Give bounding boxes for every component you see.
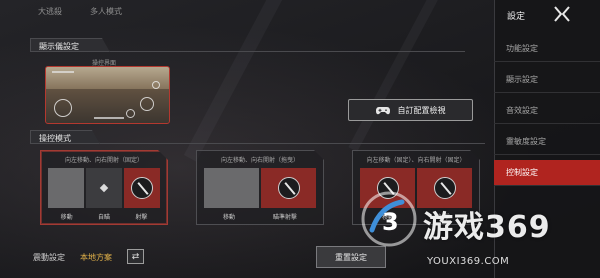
svg-text:3: 3 (382, 208, 399, 236)
sidebar-item-sensitivity[interactable]: 靈敏度設定 (494, 129, 600, 155)
divider (110, 51, 465, 52)
section-title: 顯示儀設定 (39, 42, 79, 51)
gamepad-icon (375, 106, 390, 114)
tab-battle-royale[interactable]: 大逃殺 (38, 6, 62, 17)
preview-button (126, 109, 135, 118)
aim-zone (86, 168, 122, 208)
aim-fire-zone (261, 168, 316, 208)
divider (100, 143, 485, 144)
preview-hud-bar (52, 71, 74, 73)
reset-settings-button[interactable]: 重置設定 (316, 246, 386, 268)
sidebar-title: 設定 (507, 12, 526, 22)
mode-labels: 移動 瞄準射擊 (204, 212, 316, 221)
mode-diagram (204, 168, 316, 208)
preview-joystick (54, 99, 72, 117)
control-mode-fixed[interactable]: 向左移動、向右開射（固定） 移動 自瞄 射擊 (40, 150, 168, 225)
control-layout-preview[interactable] (45, 66, 170, 124)
mode-title: 向左移動、向右開射（固定） (64, 157, 143, 164)
vibration-setting-value: 本地方案 (80, 253, 112, 262)
preview-button (152, 81, 160, 89)
sidebar-item-display[interactable]: 顯示設定 (494, 67, 600, 93)
watermark-logo-icon: 3 (361, 191, 417, 247)
fire-icon (434, 177, 456, 199)
watermark-url: YOUXI369.COM (427, 256, 510, 267)
control-mode-drag[interactable]: 向左移動、向右開射（拖曳） 移動 瞄準射擊 (196, 150, 324, 225)
mode-label: 移動 (222, 214, 235, 221)
mode-title: 向左移動（固定）、向右開射（固定） (366, 157, 466, 164)
top-tab-bar: 大逃殺 多人模式 (38, 6, 122, 17)
sidebar-item-function[interactable]: 功能設定 (494, 36, 600, 62)
section-header-display: 顯示儀設定 (30, 38, 110, 52)
mode-label: 移動 (60, 214, 73, 221)
sidebar-item-audio[interactable]: 音效設定 (494, 98, 600, 124)
sidebar-item-controls[interactable]: 控制設定 (494, 160, 600, 186)
vibration-setting-label: 震動設定 (33, 253, 65, 262)
tab-multiplayer[interactable]: 多人模式 (90, 6, 122, 17)
custom-config-view-button[interactable]: 自訂配置檢視 (348, 99, 473, 121)
mode-label: 自瞄 (97, 214, 110, 221)
section-title: 操控模式 (39, 134, 71, 143)
crosshair-icon (100, 184, 108, 192)
fire-icon (278, 177, 300, 199)
mode-title: 向左移動、向右開射（拖曳） (220, 157, 299, 164)
mode-labels: 移動 自瞄 射擊 (48, 212, 160, 221)
swap-icon: ⇄ (131, 251, 140, 262)
fire-zone (124, 168, 160, 208)
mode-label: 瞄準射擊 (272, 214, 297, 221)
mode-label: 射擊 (135, 214, 148, 221)
preview-hud-bar (94, 117, 124, 119)
swap-button[interactable]: ⇄ (127, 249, 144, 264)
close-icon[interactable] (553, 5, 571, 23)
mode-diagram (48, 168, 160, 208)
custom-config-label: 自訂配置檢視 (397, 105, 446, 115)
move-zone (204, 168, 259, 208)
section-header-mode: 操控模式 (30, 130, 100, 144)
preview-fire-button (140, 97, 154, 111)
fire-icon (131, 177, 153, 199)
move-zone (48, 168, 84, 208)
watermark-brand: 游戏369 (423, 210, 551, 245)
